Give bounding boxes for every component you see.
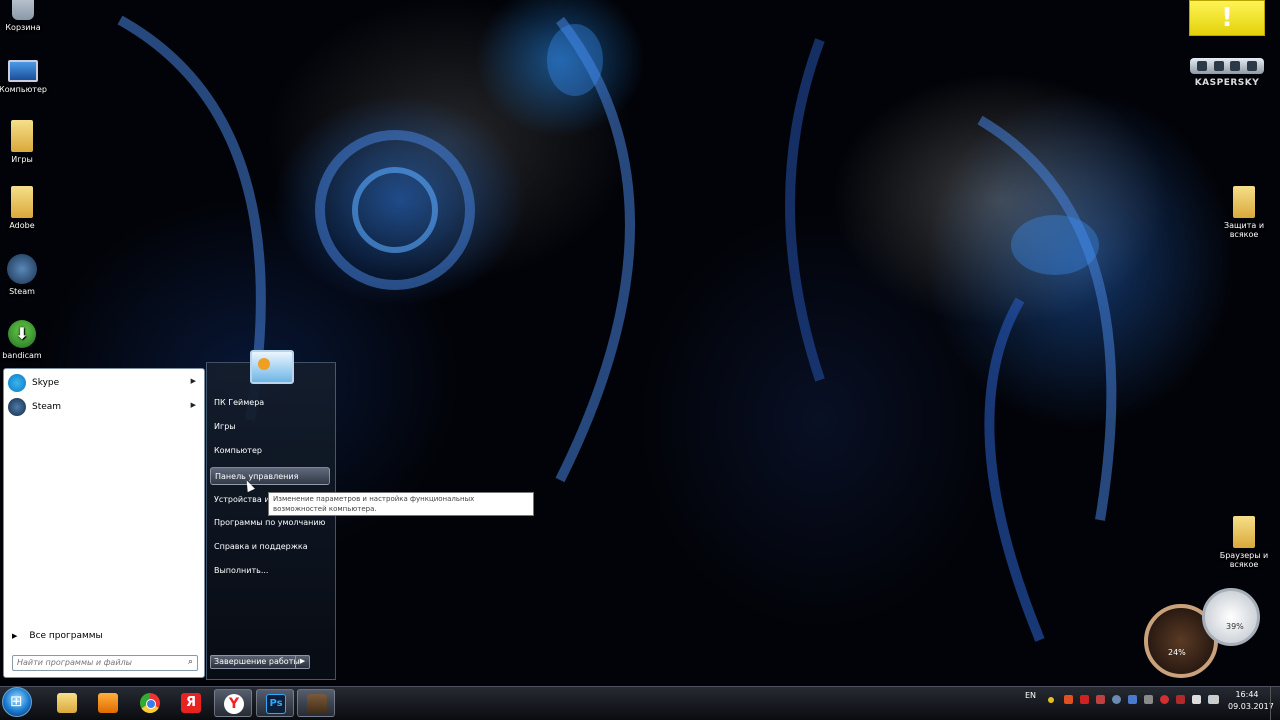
desktop-icon-computer[interactable]: Компьютер [0,54,53,94]
desktop-icon-label: Adobe [9,221,35,230]
taskbar-clock[interactable]: 16:44 09.03.2017 [1228,689,1274,713]
settings-icon[interactable] [1246,61,1257,71]
control-panel-tooltip: Изменение параметров и настройка функцио… [268,492,534,516]
tray-bluetooth-icon[interactable] [1128,695,1137,704]
desktop-icon-label: Компьютер [0,85,47,94]
photoshop-icon: Ps [266,694,286,714]
program-label: Skype [32,378,60,388]
system-tray: EN [1020,687,1220,720]
warning-icon: ! [1221,3,1233,33]
update-icon[interactable] [1197,61,1208,71]
kaspersky-brand: KASPERSKY [1194,78,1260,88]
start-menu-link-default-programs[interactable]: Программы по умолчанию [214,514,325,532]
all-programs-button[interactable]: ▶ Все программы [12,631,103,641]
desktop-icon-browsers-folder[interactable]: Браузеры и всякое [1214,516,1274,569]
chrome-icon [140,693,160,713]
language-indicator[interactable]: EN [1025,691,1036,700]
tray-antivirus-icon[interactable] [1176,695,1185,704]
yandex-browser-icon: Y [224,694,244,714]
user-picture[interactable] [250,350,294,384]
tray-status-icon[interactable] [1048,697,1054,703]
scan-icon[interactable] [1213,61,1224,71]
tray-flame-icon[interactable] [1064,695,1073,704]
desktop-icon-label: Корзина [5,23,41,32]
all-programs-label: Все программы [29,631,103,641]
bandicam-icon [8,320,36,348]
tray-app-icon[interactable] [1096,695,1105,704]
folder-icon [1233,516,1255,548]
report-icon[interactable] [1230,61,1241,71]
start-menu-link-run[interactable]: Выполнить... [214,562,268,580]
kaspersky-gadget[interactable]: ! KASPERSKY [1188,0,1266,96]
shutdown-options-arrow-icon[interactable]: ▶ [295,655,309,669]
submenu-arrow-icon[interactable]: ▶ [191,377,196,385]
desktop-icon-label: Steam [9,287,35,296]
steam-icon [8,398,26,416]
taskbar-button-yandex[interactable]: Я [172,689,210,717]
media-player-icon [98,693,118,713]
desktop-icon-label: bandicam [2,351,42,360]
desktop-icon-games[interactable]: Игры [0,120,52,164]
start-menu-link-gamer-pc[interactable]: ПК Геймера [214,394,264,412]
taskbar-button-photoshop[interactable]: Ps [256,689,294,717]
control-panel-icon [258,358,270,370]
tray-kaspersky-icon[interactable] [1080,695,1089,704]
folder-icon [57,693,77,713]
start-menu-item-skype[interactable]: Skype ▶ [4,371,204,395]
desktop-icon-adobe[interactable]: Adobe [0,186,52,230]
folder-icon [11,120,33,152]
desktop-icon-label: Игры [11,155,33,164]
kaspersky-status-screen: ! [1189,0,1265,36]
steam-icon [7,254,37,284]
search-icon[interactable]: ⌕ [188,657,193,667]
taskbar-button-chrome[interactable] [131,689,169,717]
taskbar: Я Y Ps EN 16:44 09.03.2017 [0,686,1280,720]
desktop-icon-steam[interactable]: Steam [0,254,52,296]
show-desktop-button[interactable] [1270,687,1280,720]
desktop-icon-label: Защита и всякое [1223,221,1265,239]
tray-steam-icon[interactable] [1112,695,1121,704]
program-label: Steam [32,402,62,412]
start-menu-link-control-panel[interactable]: Панель управления [210,467,330,485]
computer-icon [8,60,38,82]
submenu-arrow-icon[interactable]: ▶ [191,401,196,409]
triangle-right-icon: ▶ [12,632,18,640]
shutdown-button[interactable]: Завершение работы ▶ [210,655,310,669]
clock-time: 16:44 [1235,690,1259,699]
tray-device-icon[interactable] [1144,695,1153,704]
tray-flag-icon[interactable] [1192,695,1201,704]
cpu-percent: 24% [1168,648,1186,657]
kaspersky-controls [1190,58,1264,74]
desktop-icon-label: Браузеры и всякое [1219,551,1269,569]
folder-icon [11,186,33,218]
memory-dial [1202,588,1260,646]
minecraft-icon [307,694,327,714]
desktop-icon-recycle-bin[interactable]: Корзина [0,0,53,32]
shutdown-label: Завершение работы [214,657,300,666]
start-search-input[interactable]: Найти программы и файлы ⌕ [12,655,198,671]
folder-icon [1233,186,1255,218]
tray-volume-icon[interactable] [1210,695,1219,704]
recycle-bin-icon [12,0,34,20]
desktop-icon-bandicam[interactable]: bandicam [0,320,52,360]
start-menu-link-computer[interactable]: Компьютер [214,442,262,460]
start-menu-link-games[interactable]: Игры [214,418,236,436]
skype-icon [8,374,26,392]
start-menu-programs-pane: Skype ▶ Steam ▶ ▶ Все программы Найти про… [3,368,205,678]
taskbar-button-explorer[interactable] [48,689,86,717]
clock-date: 09.03.2017 [1228,702,1274,711]
taskbar-button-yandex-browser[interactable]: Y [214,689,252,717]
taskbar-button-minecraft[interactable] [297,689,335,717]
tray-record-icon[interactable] [1160,695,1169,704]
cpu-meter-gadget[interactable]: 24% 39% [1138,588,1260,684]
taskbar-button-media-player[interactable] [89,689,127,717]
memory-percent: 39% [1226,622,1244,631]
desktop-icon-security-folder[interactable]: Защита и всякое [1214,186,1274,239]
yandex-icon: Я [181,693,201,713]
search-placeholder: Найти программы и файлы [17,658,132,667]
start-button[interactable] [2,687,32,717]
start-menu-item-steam[interactable]: Steam ▶ [4,395,204,419]
start-menu-link-help[interactable]: Справка и поддержка [214,538,308,556]
